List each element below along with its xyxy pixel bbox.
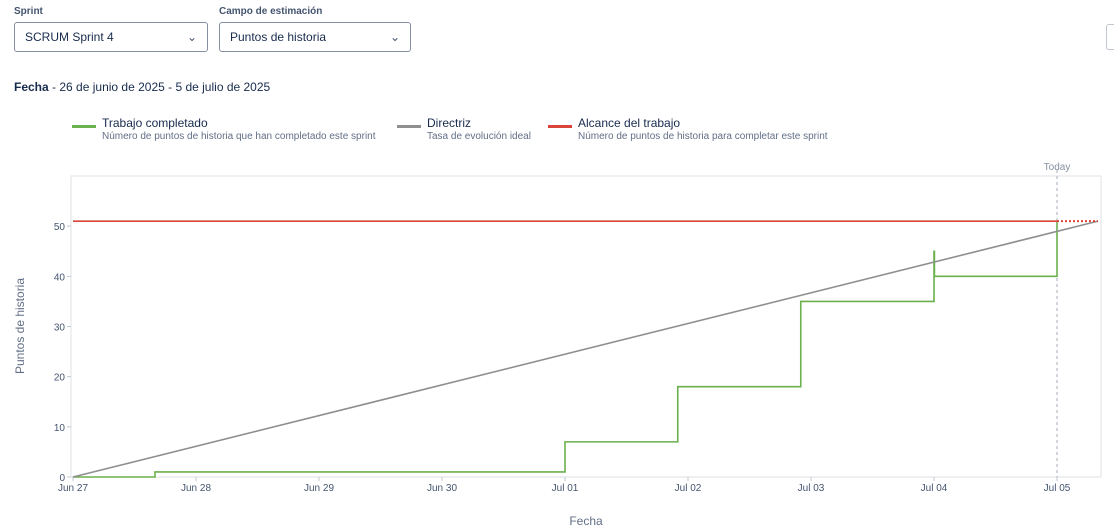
x-tick-label: Jul 04 [921,483,948,494]
sprint-select-value: SCRUM Sprint 4 [25,30,114,44]
x-tick-label: Jun 28 [181,483,211,494]
x-tick-label: Jul 05 [1044,483,1071,494]
date-range-value: 26 de junio de 2025 - 5 de julio de 2025 [59,80,271,94]
more-options-button[interactable] [1106,24,1114,50]
legend-swatch-completed [72,125,96,128]
y-axis-label: Puntos de historia [13,278,27,374]
legend-swatch-scope [548,125,572,128]
legend-title-completed: Trabajo completado [102,116,208,130]
legend-desc-completed: Número de puntos de historia que han com… [102,131,376,142]
y-tick-label: 10 [54,423,66,434]
x-tick-label: Jul 02 [675,483,702,494]
x-axis-label: Fecha [569,514,603,528]
legend-title-scope: Alcance del trabajo [578,116,681,130]
x-tick-label: Jun 29 [304,483,334,494]
estimation-label: Campo de estimación [219,6,323,17]
x-tick-label: Jul 01 [552,483,579,494]
today-label: Today [1044,162,1071,173]
y-tick-label: 40 [54,272,66,283]
legend-desc-scope: Número de puntos de historia para comple… [578,131,828,142]
legend-title-guideline: Directriz [427,116,471,130]
chevron-down-icon: ⌄ [389,30,400,44]
date-range-separator: - [48,80,60,94]
y-tick-label: 30 [54,323,66,334]
x-tick-label: Jun 27 [58,483,88,494]
series-line-guideline [72,220,1099,478]
series-line-completed [73,221,1058,478]
legend-desc-guideline: Tasa de evolución ideal [427,131,531,142]
date-range: Fecha - 26 de junio de 2025 - 5 de julio… [14,80,270,94]
y-tick-label: 0 [59,473,65,484]
chevron-down-icon: ⌄ [186,30,197,44]
sprint-select[interactable]: SCRUM Sprint 4 ⌄ [14,22,208,52]
estimation-select[interactable]: Puntos de historia ⌄ [219,22,411,52]
x-tick-label: Jun 30 [427,483,457,494]
y-tick-label: 50 [54,222,66,233]
estimation-select-value: Puntos de historia [230,30,327,44]
y-tick-label: 20 [54,373,66,384]
date-range-label: Fecha [14,80,49,94]
plot-area [70,175,1102,478]
x-tick-label: Jul 03 [798,483,825,494]
sprint-label: Sprint [14,6,43,17]
legend-swatch-guideline [397,125,421,128]
